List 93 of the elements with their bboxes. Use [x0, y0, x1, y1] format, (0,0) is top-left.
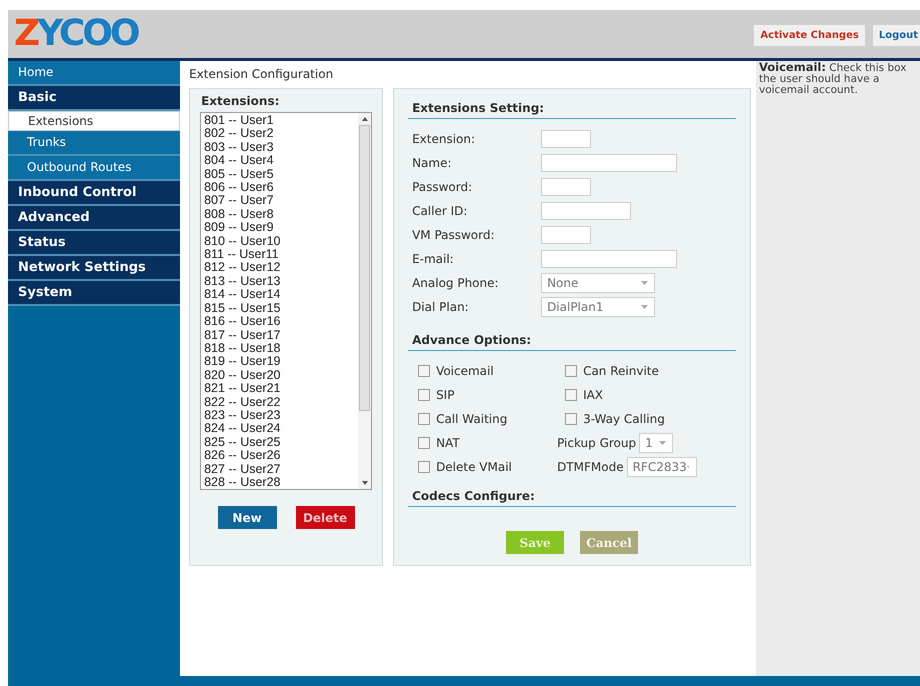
- dropdown[interactable]: None: [541, 273, 656, 293]
- extension-item[interactable]: 804 -- User4: [204, 154, 356, 168]
- new-button[interactable]: New: [218, 506, 277, 529]
- input-field[interactable]: [541, 130, 592, 148]
- field-label: Analog Phone:: [412, 276, 500, 290]
- sidebar-item[interactable]: Status: [8, 231, 180, 256]
- activate-changes-button[interactable]: Activate Changes: [754, 24, 865, 46]
- checkbox-label: Voicemail: [436, 364, 494, 378]
- dropdown[interactable]: 1: [639, 433, 674, 453]
- input-field[interactable]: [541, 202, 632, 220]
- sidebar-item[interactable]: Trunks: [8, 131, 180, 156]
- checkbox[interactable]: [418, 389, 430, 401]
- panel-title: Extensions:: [201, 94, 280, 108]
- checkbox-label: IAX: [583, 388, 604, 402]
- field-label: Extension:: [412, 132, 476, 146]
- input-field[interactable]: [541, 178, 592, 196]
- checkbox-label: Delete VMail: [436, 460, 512, 474]
- checkbox-label: NAT: [436, 436, 460, 450]
- field-label: Pickup Group: [557, 436, 636, 450]
- scrollbar[interactable]: [358, 113, 372, 489]
- sidebar-item[interactable]: Outbound Routes: [8, 156, 180, 181]
- field-label: DTMFMode: [557, 460, 624, 474]
- extension-item[interactable]: 828 -- User28: [204, 476, 356, 489]
- checkbox-label: Can Reinvite: [583, 364, 659, 378]
- input-field[interactable]: [541, 154, 678, 172]
- extension-item[interactable]: 811 -- User11: [204, 248, 356, 262]
- extension-item[interactable]: 815 -- User15: [204, 302, 356, 316]
- checkbox[interactable]: [418, 365, 430, 377]
- section-heading: Extensions Setting:: [408, 97, 736, 119]
- checkbox[interactable]: [418, 461, 430, 473]
- checkbox[interactable]: [565, 413, 578, 425]
- section-heading: Advance Options:: [408, 329, 736, 351]
- extension-item[interactable]: 817 -- User17: [204, 328, 356, 342]
- input-field[interactable]: [541, 250, 678, 268]
- checkbox-label: Call Waiting: [436, 412, 508, 426]
- extension-item[interactable]: 805 -- User5: [204, 168, 356, 182]
- extensions-list[interactable]: [200, 112, 372, 490]
- field-label: Dial Plan:: [412, 300, 470, 314]
- checkbox[interactable]: [418, 413, 430, 425]
- caret-icon: [641, 281, 648, 285]
- help-text: Voicemail: Check this box the user should have a voicemail account.: [759, 62, 908, 96]
- input-field[interactable]: [541, 226, 592, 244]
- sidebar-item[interactable]: Extensions: [8, 111, 180, 131]
- logo: ZYCOO: [13, 16, 138, 52]
- extension-item[interactable]: 813 -- User13: [204, 274, 356, 288]
- field-label: Password:: [412, 180, 474, 194]
- caret-icon: [641, 305, 648, 309]
- extension-item[interactable]: 808 -- User8: [204, 208, 356, 222]
- scroll-up-icon[interactable]: [362, 117, 368, 121]
- caret-icon: [659, 441, 666, 445]
- field-label: Name:: [412, 156, 453, 170]
- sidebar-item[interactable]: Inbound Control: [8, 181, 180, 206]
- extension-item[interactable]: 810 -- User10: [204, 234, 356, 248]
- extension-item[interactable]: 824 -- User24: [204, 422, 356, 436]
- checkbox-label: SIP: [436, 388, 454, 402]
- field-label: E-mail:: [412, 252, 455, 266]
- checkbox[interactable]: [418, 437, 430, 449]
- extension-item[interactable]: 812 -- User12: [204, 261, 356, 275]
- field-label: VM Password:: [412, 228, 496, 242]
- extension-item[interactable]: 818 -- User18: [204, 342, 356, 356]
- extension-item[interactable]: 821 -- User21: [204, 382, 356, 396]
- extension-item[interactable]: 819 -- User19: [204, 355, 356, 369]
- extension-item[interactable]: 827 -- User27: [204, 462, 356, 476]
- extension-item[interactable]: 826 -- User26: [204, 449, 356, 463]
- checkbox[interactable]: [565, 365, 578, 377]
- page-title: Extension Configuration: [189, 67, 334, 81]
- extension-item[interactable]: 802 -- User2: [204, 127, 356, 141]
- sidebar-item[interactable]: Home: [8, 61, 180, 86]
- extension-item[interactable]: 822 -- User22: [204, 396, 356, 409]
- extension-item[interactable]: 814 -- User14: [204, 288, 356, 302]
- extension-item[interactable]: 806 -- User6: [204, 181, 356, 194]
- scroll-down-icon[interactable]: [362, 481, 368, 485]
- extension-item[interactable]: 823 -- User23: [204, 408, 356, 422]
- extension-item[interactable]: 807 -- User7: [204, 194, 356, 208]
- extension-item[interactable]: 816 -- User16: [204, 315, 356, 328]
- logout-button[interactable]: Logout: [872, 24, 920, 46]
- checkbox[interactable]: [565, 389, 578, 401]
- dropdown[interactable]: DialPlan1: [541, 297, 656, 317]
- dropdown[interactable]: RFC2833: [626, 457, 697, 477]
- field-label: Caller ID:: [412, 204, 468, 218]
- extension-item[interactable]: 803 -- User3: [204, 140, 356, 154]
- extension-item[interactable]: 825 -- User25: [204, 436, 356, 450]
- sidebar-item[interactable]: Basic: [8, 86, 180, 111]
- extension-item[interactable]: 809 -- User9: [204, 221, 356, 235]
- checkbox-label: 3-Way Calling: [583, 412, 665, 426]
- section-heading: Codecs Configure:: [408, 485, 736, 507]
- scroll-thumb[interactable]: [359, 125, 370, 411]
- sidebar-item[interactable]: Network Settings: [8, 256, 180, 281]
- delete-button[interactable]: Delete: [296, 506, 355, 529]
- sidebar-item[interactable]: System: [8, 281, 180, 306]
- extension-item[interactable]: 801 -- User1: [204, 114, 356, 128]
- extension-item[interactable]: 820 -- User20: [204, 368, 356, 382]
- sidebar-item[interactable]: Advanced: [8, 206, 180, 231]
